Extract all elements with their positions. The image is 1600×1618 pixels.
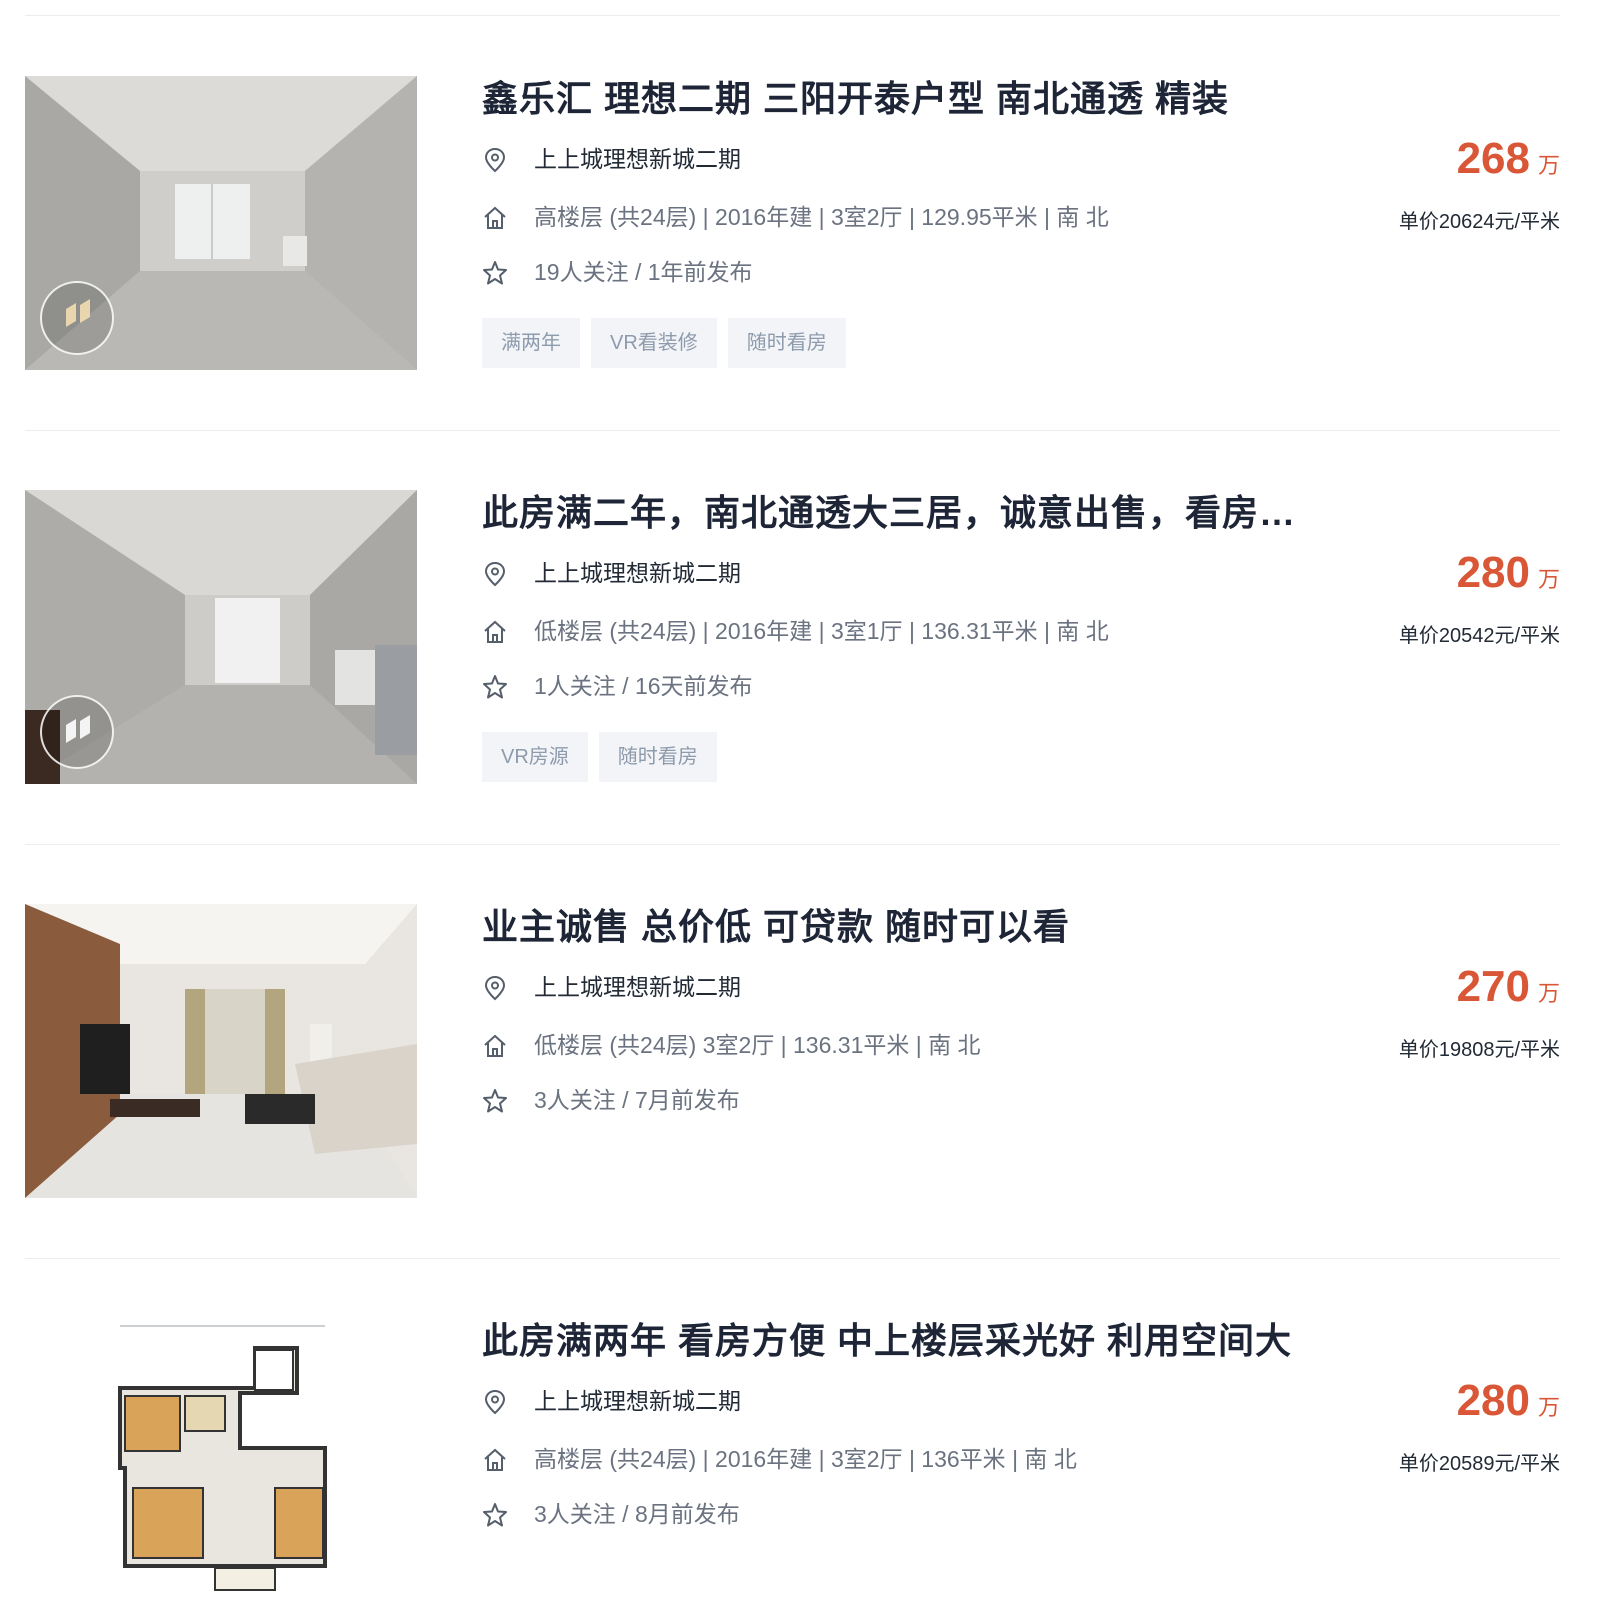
unit-price: 单价19808元/平米 [1398,1039,1560,1061]
tag: VR看装修 [591,318,717,368]
follow-info: 3人关注 / 8月前发布 [534,1501,740,1527]
house-icon [484,620,506,643]
star-icon [483,1503,507,1527]
tag-list: VR房源 随时看房 [482,732,728,782]
price-unit: 万 [1537,567,1560,592]
star-icon [483,675,507,699]
unit-price: 单价20589元/平米 [1398,1453,1560,1475]
tag: VR房源 [482,732,588,782]
house-info: 低楼层 (共24层) | 2016年建 | 3室1厅 | 136.31平米 | … [534,618,1109,644]
unit-price: 单价20542元/平米 [1398,625,1560,647]
vr-badge-icon [40,695,114,769]
price-value: 280 [1456,1376,1530,1425]
price-value: 280 [1456,548,1530,597]
follow-info: 3人关注 / 7月前发布 [534,1087,740,1113]
star-icon [483,1089,507,1113]
location-pin-icon [484,147,506,173]
total-price: 280 万 [1310,1376,1560,1426]
location-pin-icon [484,1389,506,1415]
house-icon [484,1448,506,1471]
listing-item[interactable]: 此房满二年，南北通透大三居，诚意出售，看房… 上上城理想新城二期 低楼层 (共2… [0,490,1600,790]
listing-title[interactable]: 鑫乐汇 理想二期 三阳开泰户型 南北通透 精装 [482,76,1302,122]
price-value: 268 [1456,134,1530,183]
listing-divider [25,1258,1560,1259]
price-unit: 万 [1537,1395,1560,1420]
listing-divider [25,430,1560,431]
unit-price: 单价20624元/平米 [1398,211,1560,233]
listing-photo[interactable] [25,904,417,1198]
listing-item[interactable]: 鑫乐汇 理想二期 三阳开泰户型 南北通透 精装 上上城理想新城二期 高楼层 (共… [0,76,1600,376]
house-info: 高楼层 (共24层) | 2016年建 | 3室2厅 | 129.95平米 | … [534,204,1109,230]
community-link[interactable]: 上上城理想新城二期 [534,971,741,1003]
community-link[interactable]: 上上城理想新城二期 [534,557,741,589]
listing-title[interactable]: 业主诚售 总价低 可贷款 随时可以看 [482,904,1302,950]
location-pin-icon [484,561,506,587]
tag-list: 满两年 VR看装修 随时看房 [482,318,857,368]
listing-item[interactable]: 此房满两年 看房方便 中上楼层采光好 利用空间大 上上城理想新城二期 高楼层 (… [0,1318,1600,1618]
listing-divider [25,844,1560,845]
follow-info: 1人关注 / 16天前发布 [534,673,753,699]
top-divider [25,15,1560,16]
follow-info: 19人关注 / 1年前发布 [534,259,753,285]
tag: 随时看房 [598,732,717,782]
location-pin-icon [484,975,506,1001]
community-link[interactable]: 上上城理想新城二期 [534,143,741,175]
house-icon [484,206,506,229]
community-link[interactable]: 上上城理想新城二期 [534,1385,741,1417]
tag: 满两年 [482,318,580,368]
floor-plan-image [25,1318,417,1612]
listing-photo[interactable] [25,490,417,784]
house-icon [484,1034,506,1057]
listing-photo[interactable] [25,1318,417,1612]
price-unit: 万 [1537,153,1560,178]
star-icon [483,261,507,285]
listing-title[interactable]: 此房满二年，南北通透大三居，诚意出售，看房… [482,490,1302,536]
vr-badge-icon [40,281,114,355]
living-room-photo [25,904,417,1198]
listing-title[interactable]: 此房满两年 看房方便 中上楼层采光好 利用空间大 [482,1318,1302,1364]
house-info: 低楼层 (共24层) 3室2厅 | 136.31平米 | 南 北 [534,1032,981,1058]
price-value: 270 [1456,962,1530,1011]
price-unit: 万 [1537,981,1560,1006]
listing-item[interactable]: 业主诚售 总价低 可贷款 随时可以看 上上城理想新城二期 低楼层 (共24层) … [0,904,1600,1204]
tag: 随时看房 [727,318,846,368]
listing-photo[interactable] [25,76,417,370]
total-price: 270 万 [1310,962,1560,1012]
total-price: 268 万 [1310,134,1560,184]
house-info: 高楼层 (共24层) | 2016年建 | 3室2厅 | 136平米 | 南 北 [534,1446,1077,1472]
total-price: 280 万 [1310,548,1560,598]
